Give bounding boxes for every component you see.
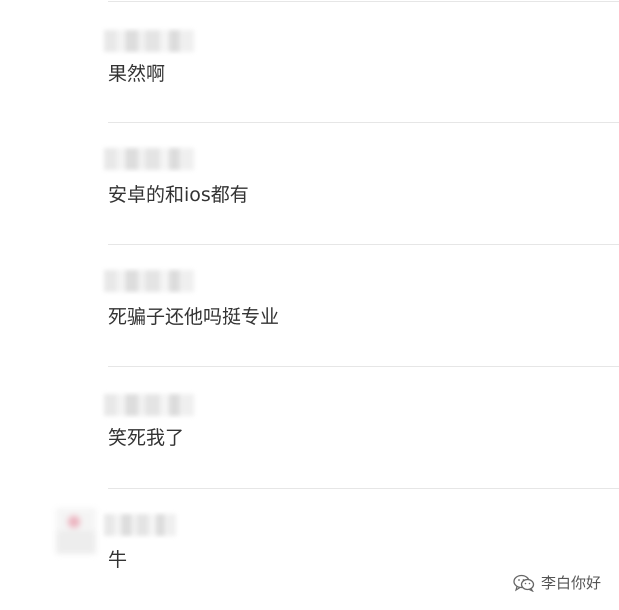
blurred-username xyxy=(104,514,176,536)
wechat-icon xyxy=(513,574,535,592)
watermark: 李白你好 xyxy=(513,572,601,593)
divider xyxy=(108,122,619,123)
comment-text: 安卓的和ios都有 xyxy=(108,184,249,206)
divider xyxy=(108,244,619,245)
divider xyxy=(108,366,619,367)
avatar[interactable] xyxy=(56,508,96,554)
comment-text: 牛 xyxy=(108,549,128,571)
comment-text: 笑死我了 xyxy=(108,427,185,449)
comment-text: 死骗子还他吗挺专业 xyxy=(108,306,280,328)
blurred-username xyxy=(104,394,194,416)
comment-text: 果然啊 xyxy=(108,63,166,85)
blurred-username xyxy=(104,30,194,52)
watermark-label: 李白你好 xyxy=(540,574,601,592)
blurred-username xyxy=(104,270,194,292)
blurred-username xyxy=(104,148,194,170)
divider xyxy=(108,1,619,2)
divider xyxy=(108,488,619,489)
